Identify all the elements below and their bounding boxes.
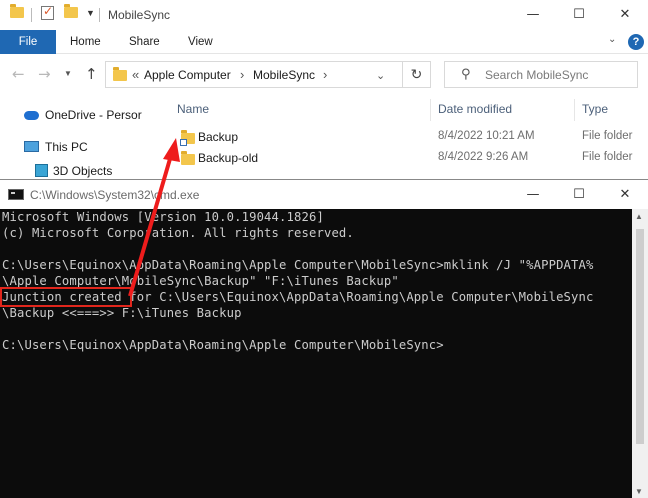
minimize-button[interactable]: — xyxy=(510,0,556,30)
file-type: File folder xyxy=(582,130,633,142)
breadcrumb-separator[interactable]: › xyxy=(240,67,244,82)
file-date: 8/4/2022 9:26 AM xyxy=(438,151,529,163)
help-icon[interactable]: ? xyxy=(628,34,644,50)
address-dropdown-icon[interactable]: ⌄ xyxy=(376,69,385,82)
console-line: \Backup <<===>> F:\iTunes Backup xyxy=(2,306,242,320)
cmd-title-bar: C:\Windows\System32\cmd.exe — ☐ ✕ xyxy=(0,180,648,209)
expand-ribbon-icon[interactable]: ⌄ xyxy=(608,34,616,45)
refresh-button[interactable]: ↻ xyxy=(402,61,431,88)
console-line: C:\Users\Equinox\AppData\Roaming\Apple C… xyxy=(2,338,444,352)
tab-share[interactable]: Share xyxy=(129,30,160,54)
console-output[interactable]: Microsoft Windows [Version 10.0.19044.18… xyxy=(0,209,632,498)
breadcrumb-separator[interactable]: › xyxy=(323,67,327,82)
junction-created-highlight xyxy=(0,287,132,307)
file-type: File folder xyxy=(582,151,633,163)
tab-view[interactable]: View xyxy=(188,30,213,54)
cloud-icon xyxy=(24,111,39,120)
scroll-down-icon[interactable]: ▼ xyxy=(635,487,643,496)
explorer-title-bar: ▼ MobileSync — ☐ ✕ xyxy=(0,0,648,30)
new-folder-icon[interactable] xyxy=(64,4,78,18)
tab-file[interactable]: File xyxy=(0,30,56,54)
console-line: (c) Microsoft Corporation. All rights re… xyxy=(2,226,354,240)
folder-icon xyxy=(113,67,127,81)
column-separator[interactable] xyxy=(430,99,431,121)
folder-icon xyxy=(10,4,24,18)
breadcrumb-apple-computer[interactable]: Apple Computer xyxy=(144,68,231,82)
file-name: Backup-old xyxy=(198,151,259,165)
console-line: \Apple Computer\MobileSync\Backup" "F:\i… xyxy=(2,274,399,288)
console-line: Microsoft Windows [Version 10.0.19044.18… xyxy=(2,210,324,224)
scroll-up-icon[interactable]: ▲ xyxy=(635,212,643,221)
forward-arrow-icon[interactable]: → xyxy=(38,65,51,83)
search-icon: ⚲ xyxy=(461,67,471,82)
column-header-type[interactable]: Type xyxy=(582,102,608,116)
close-button[interactable]: ✕ xyxy=(602,0,648,30)
navigation-bar: ← → ▼ ↑ « Apple Computer › MobileSync › … xyxy=(0,55,648,95)
ribbon-tabs: File Home Share View ⌄ ? xyxy=(0,30,648,54)
column-header-date[interactable]: Date modified xyxy=(438,102,512,116)
cmd-minimize-button[interactable]: — xyxy=(510,180,556,209)
cmd-icon xyxy=(8,189,24,200)
folder-icon xyxy=(181,151,195,165)
column-separator[interactable] xyxy=(574,99,575,121)
file-name: Backup xyxy=(198,130,239,144)
computer-icon xyxy=(24,141,39,152)
cube-icon xyxy=(35,164,48,177)
file-date: 8/4/2022 10:21 AM xyxy=(438,130,535,142)
scrollbar-thumb[interactable] xyxy=(636,229,644,444)
address-bar[interactable]: « Apple Computer › MobileSync › ⌄ xyxy=(105,61,431,88)
cmd-scrollbar[interactable]: ▲ ▼ xyxy=(632,209,648,498)
command-prompt-window: C:\Windows\System32\cmd.exe — ☐ ✕ Micros… xyxy=(0,179,648,498)
cmd-close-button[interactable]: ✕ xyxy=(602,180,648,209)
tab-home[interactable]: Home xyxy=(70,30,101,54)
column-header-name[interactable]: Name xyxy=(177,102,209,116)
file-row[interactable]: Backup-old 8/4/2022 9:26 AM File folder xyxy=(160,147,648,169)
toolbar-separator xyxy=(31,8,32,22)
cmd-maximize-button[interactable]: ☐ xyxy=(556,180,602,209)
shortcut-overlay-icon xyxy=(180,139,187,146)
search-input[interactable]: ⚲ Search MobileSync xyxy=(444,61,638,88)
cmd-window-title: C:\Windows\System32\cmd.exe xyxy=(30,188,200,202)
toolbar-separator xyxy=(99,8,100,22)
properties-icon[interactable] xyxy=(41,4,54,20)
back-arrow-icon[interactable]: ← xyxy=(12,65,25,83)
nav-item-onedrive[interactable]: OneDrive - Persor xyxy=(45,108,142,122)
customize-toolbar-icon[interactable]: ▼ xyxy=(86,8,95,18)
nav-item-3d-objects[interactable]: 3D Objects xyxy=(53,164,112,178)
maximize-button[interactable]: ☐ xyxy=(556,0,602,30)
up-arrow-icon[interactable]: ↑ xyxy=(85,65,98,83)
window-title: MobileSync xyxy=(108,8,171,22)
nav-item-this-pc[interactable]: This PC xyxy=(45,140,88,154)
breadcrumb-mobilesync[interactable]: MobileSync xyxy=(253,68,315,82)
breadcrumb-overflow[interactable]: « xyxy=(132,67,139,82)
search-placeholder: Search MobileSync xyxy=(485,68,589,82)
recent-locations-icon[interactable]: ▼ xyxy=(64,69,72,78)
console-line: C:\Users\Equinox\AppData\Roaming\Apple C… xyxy=(2,258,594,272)
file-row[interactable]: Backup 8/4/2022 10:21 AM File folder xyxy=(160,126,648,148)
